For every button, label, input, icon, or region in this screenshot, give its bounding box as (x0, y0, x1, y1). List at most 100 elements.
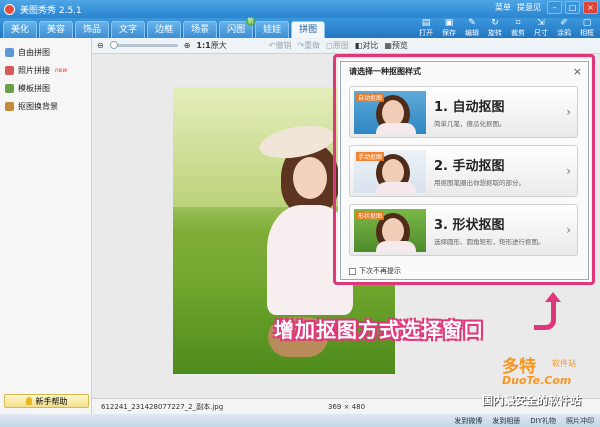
tab-text[interactable]: 文字 (111, 21, 146, 38)
option-shape-cutout[interactable]: 形状抠图 3. 形状抠图 选择圆形、圆角矩形，矩形进行抠图。 › (349, 204, 578, 256)
crop-button[interactable]: ⌗ 裁剪 (509, 18, 527, 38)
save-icon: ▣ (444, 18, 454, 28)
sidebar-item-free-collage[interactable]: 自由拼图 (0, 44, 91, 60)
tab-scene[interactable]: 场景 (183, 21, 218, 38)
annotation-arrow-head (545, 292, 561, 302)
tool-label: 编辑 (465, 29, 479, 37)
resize-button[interactable]: ⇲ 尺寸 (532, 18, 550, 38)
crop-icon: ⌗ (515, 18, 521, 28)
photo-join-icon (5, 65, 14, 75)
preview-button[interactable]: ▦预览 (384, 40, 408, 51)
resize-icon: ⇲ (537, 18, 545, 28)
top-toolbar: ▤ 打开 ▣ 保存 ✎ 编辑 ↻ 旋转 ⌗ 裁剪 ⇲ 尺寸 ✐ 涂鸦 ▢ 相框 (417, 18, 596, 38)
close-button[interactable]: × (583, 1, 598, 14)
tab-beautify[interactable]: 美化 (3, 21, 38, 38)
tab-border[interactable]: 边框 (147, 21, 182, 38)
tab-cosmetic[interactable]: 美容 (39, 21, 74, 38)
tab-label: 美化 (11, 25, 30, 35)
undo-button[interactable]: ↶撤销 (269, 40, 292, 51)
option-description: 用抠图笔圈出你想抠取的部分。 (434, 179, 525, 187)
open-button[interactable]: ▤ 打开 (417, 18, 435, 38)
bottom-bar: 发到微博 发到相册 DIY礼物 照片冲印 (0, 414, 600, 427)
close-icon[interactable]: × (573, 65, 582, 78)
help-button[interactable]: 新手帮助 (4, 394, 89, 408)
reset-button[interactable]: ◻原图 (326, 40, 349, 51)
sidebar-item-label: 照片拼接 (18, 65, 50, 75)
lightbulb-icon (25, 397, 32, 405)
tab-label: 娃娃 (263, 25, 282, 35)
new-badge: 新 (246, 17, 256, 26)
brush-icon: ✐ (560, 18, 568, 28)
minimize-button[interactable]: – (547, 1, 562, 14)
tab-doll[interactable]: 娃娃 (255, 21, 290, 38)
tab-accessories[interactable]: 饰品 (75, 21, 110, 38)
compare-button[interactable]: ◧对比 (355, 40, 379, 51)
photo-print-link[interactable]: 照片冲印 (566, 416, 594, 426)
zoom-slider-handle[interactable] (109, 41, 118, 49)
annotation-caption: 增加抠图方式选择窗口 (274, 318, 484, 342)
thumb-body (376, 123, 416, 134)
zoom-in-icon[interactable]: ⊕ (184, 41, 191, 50)
zoom-slider[interactable] (109, 41, 178, 49)
checkbox[interactable] (349, 267, 356, 275)
edit-button[interactable]: ✎ 编辑 (463, 18, 481, 38)
tool-label: 打开 (419, 29, 433, 37)
option-manual-cutout[interactable]: 手动抠图 2. 手动抠图 用抠图笔圈出你想抠取的部分。 › (349, 145, 578, 197)
pencil-icon: ✎ (468, 18, 476, 28)
window-title: 美图秀秀 2.5.1 (20, 5, 82, 16)
freeform-icon (5, 47, 14, 57)
sidebar-item-photo-join[interactable]: 照片拼接 new (0, 62, 91, 78)
tab-flash[interactable]: 闪图新 (219, 17, 256, 38)
annotation-arrow (534, 300, 556, 330)
option-description: 简单几笔，傻瓜化抠图。 (434, 120, 506, 128)
tab-label: 文字 (119, 25, 138, 35)
feedback-link[interactable]: 提意见 (517, 2, 541, 13)
title-bar: 美图秀秀 2.5.1 菜单 提意见 – □ × (0, 0, 600, 18)
option-thumbnail: 手动抠图 (354, 150, 426, 193)
rotate-button[interactable]: ↻ 旋转 (486, 18, 504, 38)
frame-button[interactable]: ▢ 相框 (578, 18, 596, 38)
share-album-link[interactable]: 发到相册 (492, 416, 520, 426)
dont-show-again-checkbox[interactable]: 下次不再提示 (349, 266, 401, 276)
save-button[interactable]: ▣ 保存 (440, 18, 458, 38)
diy-gift-link[interactable]: DIY礼物 (530, 416, 556, 426)
menu-link[interactable]: 菜单 (495, 2, 511, 13)
folder-icon: ▤ (421, 18, 431, 28)
canvas-toolbar: ⊖ ⊕ 1:1原大 ↶撤销 ↷重做 ◻原图 ◧对比 ▦预览 (92, 38, 600, 54)
watermark-logo: 多特 软件站 DuoTe.Com 国内最安全的软件站 (480, 352, 596, 410)
window-controls: 菜单 提意见 – □ × (495, 1, 598, 14)
option-title: 1. 自动抠图 (434, 100, 505, 115)
new-badge: new (55, 66, 68, 74)
share-weibo-link[interactable]: 发到微博 (454, 416, 482, 426)
doodle-button[interactable]: ✐ 涂鸦 (555, 18, 573, 38)
sidebar-item-template[interactable]: 模板拼图 (0, 80, 91, 96)
tab-label: 场景 (191, 25, 210, 35)
tab-label: 美容 (47, 25, 66, 35)
thumb-body (376, 241, 416, 252)
chevron-right-icon: › (566, 164, 571, 178)
tool-label: 尺寸 (534, 29, 548, 37)
frame-icon: ▢ (582, 18, 592, 28)
redo-button[interactable]: ↷重做 (297, 40, 320, 51)
option-thumbnail: 自动抠图 (354, 91, 426, 134)
sidebar-item-cutout[interactable]: 抠图换背景 (0, 98, 91, 114)
zoom-ratio[interactable]: 1:1原大 (196, 40, 226, 51)
tool-label: 保存 (442, 29, 456, 37)
option-thumbnail: 形状抠图 (354, 209, 426, 252)
option-auto-cutout[interactable]: 自动抠图 1. 自动抠图 简单几笔，傻瓜化抠图。 › (349, 86, 578, 138)
tab-label: 拼图 (299, 25, 318, 35)
zoom-out-icon[interactable]: ⊖ (97, 41, 104, 50)
app-logo-icon (4, 3, 15, 15)
option-tag: 自动抠图 (356, 93, 385, 102)
sidebar-item-label: 抠图换背景 (18, 101, 58, 111)
maximize-button[interactable]: □ (565, 1, 580, 14)
chevron-right-icon: › (566, 223, 571, 237)
cutout-icon (5, 101, 14, 111)
tool-label: 裁剪 (511, 29, 525, 37)
sidebar-item-label: 自由拼图 (18, 47, 50, 57)
compare-label: 对比 (362, 41, 379, 50)
watermark-domain: DuoTe.Com (502, 374, 572, 387)
option-title: 2. 手动抠图 (434, 159, 505, 174)
tab-collage[interactable]: 拼图 (291, 21, 326, 38)
sidebar: 自由拼图 照片拼接 new 模板拼图 抠图换背景 新手帮助 (0, 38, 92, 414)
